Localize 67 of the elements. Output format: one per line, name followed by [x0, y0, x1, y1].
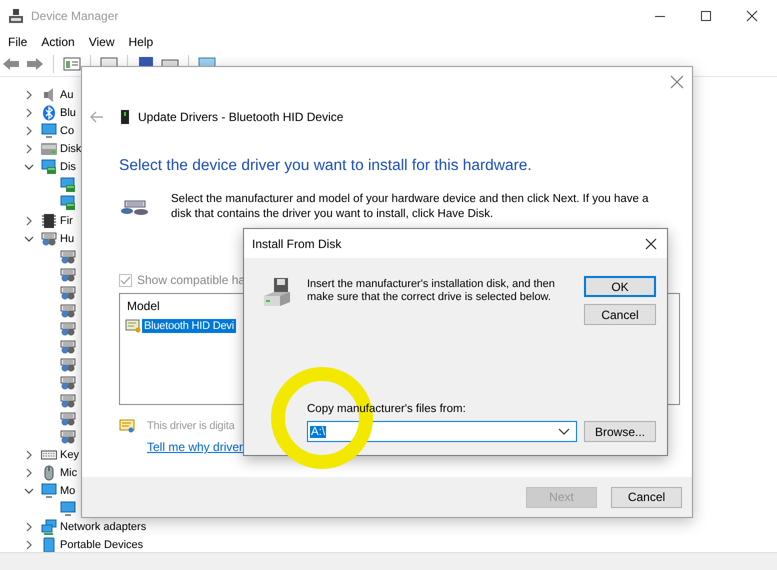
monitor-icon [41, 123, 57, 139]
tree-item[interactable]: Au [60, 89, 74, 101]
menu-item[interactable]: Help [122, 35, 160, 49]
tree-item[interactable]: Mo [60, 485, 76, 497]
device-icon [41, 537, 57, 552]
certificate-icon [119, 418, 135, 434]
device-icon [121, 110, 129, 124]
gamepad-icon [60, 375, 76, 391]
dialog-title: Install From Disk [252, 236, 342, 250]
help-link[interactable]: Tell me why driver [147, 440, 244, 454]
disk-drive-icon [262, 278, 290, 306]
gamepad-icon [60, 393, 76, 409]
bluetooth-icon [41, 105, 57, 121]
window-title: Device Manager [31, 9, 118, 23]
tree-item[interactable]: Network adapters [60, 521, 146, 533]
gamepad-icon [60, 411, 76, 427]
forward-icon[interactable] [26, 56, 44, 72]
gamepad-icon [60, 357, 76, 373]
signed-note: This driver is digita [147, 420, 234, 432]
dialog-heading: Select the device driver you want to install for this hardware. [119, 157, 533, 175]
display-adapter-icon [41, 159, 57, 175]
gamepad-icon [60, 249, 76, 265]
dialog-button[interactable]: OK [584, 276, 656, 297]
dialog-title: Update Drivers - Bluetooth HID Device [138, 110, 344, 124]
tree-item[interactable]: Fir [60, 215, 73, 227]
gamepad-icon [60, 429, 76, 445]
device-manager-icon [8, 8, 24, 24]
back-icon[interactable] [2, 56, 20, 72]
menu-item[interactable]: File [1, 35, 34, 49]
gamepad-icon [60, 321, 76, 337]
gamepad-icon [60, 303, 76, 319]
tree-item[interactable]: Blu [60, 107, 76, 119]
monitor-icon [41, 483, 57, 499]
dialog-message: Insert the manufacturer's installation disk, and then make sure that the correct drive is selected below. [307, 278, 556, 304]
tree-item[interactable]: Hu [60, 233, 74, 245]
chip-icon [41, 213, 57, 229]
gamepad-icon [60, 267, 76, 283]
network-icon [41, 519, 57, 535]
description-text: Select the manufacturer and model of your hardware device and then click Next. If you have a disk that contains the driver you want to install, click Have Disk. [171, 192, 650, 222]
hardware-icon [119, 199, 149, 217]
close-icon[interactable] [746, 10, 758, 22]
browse-button[interactable]: Browse... [584, 421, 656, 442]
monitor-icon [60, 501, 76, 517]
maximize-icon[interactable] [700, 10, 712, 22]
menu-item[interactable]: Action [34, 35, 82, 49]
menu-item[interactable]: View [82, 35, 122, 49]
gamepad-icon [60, 285, 76, 301]
gamepad-icon [60, 339, 76, 355]
tree-item[interactable]: Portable Devices [60, 539, 144, 551]
dialog-button[interactable]: Cancel [611, 486, 682, 508]
drive-icon [41, 141, 57, 157]
display-adapter-icon [60, 177, 76, 193]
gamepad-icon [41, 231, 57, 247]
tree-item[interactable]: Key [60, 449, 79, 461]
list-item[interactable]: Bluetooth HID Devi [142, 319, 236, 333]
tree-item[interactable]: Co [60, 125, 74, 137]
dropdown-icon[interactable] [558, 428, 570, 436]
tree-item[interactable]: Dis [60, 161, 76, 173]
column-header[interactable]: Model [127, 299, 160, 313]
tree-item[interactable]: Mic [60, 467, 78, 479]
display-adapter-icon [60, 195, 76, 211]
properties-icon[interactable] [63, 56, 81, 72]
dialog-button[interactable]: Cancel [584, 304, 656, 325]
certificate-icon [125, 319, 141, 333]
path-combo-box[interactable]: A:\ [307, 421, 577, 442]
tree-item[interactable]: Disk [60, 143, 82, 155]
close-button[interactable] [645, 238, 657, 250]
